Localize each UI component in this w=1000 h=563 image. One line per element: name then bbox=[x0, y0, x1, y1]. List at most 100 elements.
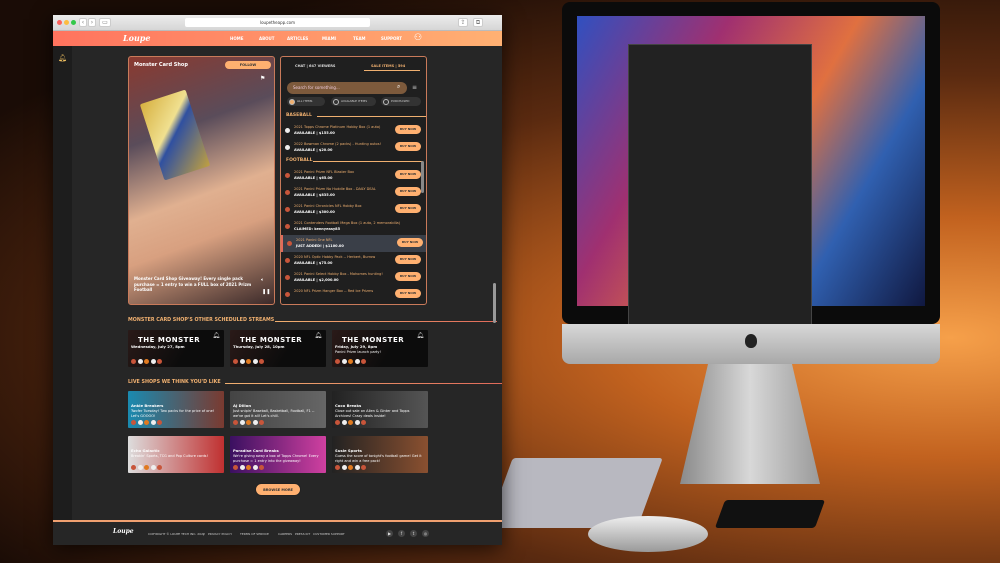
live-shop-card[interactable]: Susie Sports Guess the score of tonight's… bbox=[332, 436, 428, 473]
live-shops-heading: LIVE SHOPS WE THINK YOU'D LIKE bbox=[128, 380, 221, 385]
youtube-icon[interactable]: ▶ bbox=[386, 530, 393, 537]
video-player[interactable]: Monster Card Shop FOLLOW ⚑ Monster Card … bbox=[128, 56, 275, 305]
category-heading: FOOTBALL bbox=[286, 158, 313, 163]
filter-icon[interactable]: ≡ bbox=[412, 84, 417, 91]
sale-item-row[interactable]: 2021 Panini Select Hobby Box - Mahomes h… bbox=[281, 269, 426, 286]
sale-item-row[interactable]: 2021 Topps Chrome Platinum Hobby Box (1 … bbox=[281, 122, 426, 139]
buy-now-button[interactable]: BUY NOW bbox=[395, 170, 421, 179]
footer-link[interactable]: TERMS OF SERVICE bbox=[240, 532, 269, 536]
sale-item-row[interactable]: 2021 Panini Chronicles NFL Hobby Box AVAI… bbox=[281, 201, 426, 218]
sport-icon bbox=[131, 465, 136, 470]
chat-scrollbar[interactable] bbox=[421, 161, 424, 193]
shop-logo: THE MONSTER bbox=[342, 336, 405, 344]
instagram-icon[interactable]: ◎ bbox=[422, 530, 429, 537]
live-shop-card[interactable]: AJ Dillon Just snipin' Baseball, Basketba… bbox=[230, 391, 326, 428]
buy-now-button[interactable]: BUY NOW bbox=[395, 187, 421, 196]
forward-icon[interactable]: › bbox=[88, 18, 96, 27]
footer: Loupe COPYRIGHT © LOUPE TECH INC. 2022 | P… bbox=[53, 520, 502, 545]
sport-icon bbox=[341, 465, 347, 470]
stream-time: Wednesday, July 27, 8pm bbox=[131, 344, 185, 349]
divider bbox=[225, 383, 502, 384]
sale-item-row[interactable]: 2020 NFL Prizm Hanger Box -- Red Ice Pri… bbox=[281, 286, 426, 303]
scheduled-stream-card[interactable]: THE MONSTER Friday, July 29, 8pm Panini Pr… bbox=[332, 330, 428, 367]
buy-now-button[interactable]: BUY NOW bbox=[395, 272, 421, 281]
buy-now-button[interactable]: BUY NOW bbox=[395, 142, 421, 151]
nav-home[interactable]: HOME bbox=[230, 36, 243, 41]
sport-icon bbox=[361, 465, 366, 470]
sport-icon bbox=[341, 420, 347, 425]
buy-now-button[interactable]: BUY NOW bbox=[395, 255, 421, 264]
tab-chat[interactable]: CHAT | 647 VIEWERS bbox=[295, 64, 335, 68]
shop-logo: THE MONSTER bbox=[138, 336, 201, 344]
nav-miami[interactable]: MIAMI bbox=[322, 36, 336, 41]
bell-icon[interactable]: 🔔︎ bbox=[416, 332, 424, 339]
scheduled-stream-card[interactable]: THE MONSTER Wednesday, July 27, 8pm 🔔︎ bbox=[128, 330, 224, 367]
football-icon bbox=[285, 207, 290, 212]
nav-about[interactable]: ABOUT bbox=[259, 36, 275, 41]
footer-link[interactable]: PRESS KIT bbox=[295, 532, 310, 536]
footer-link[interactable]: CUSTOMER SUPPORT bbox=[313, 532, 345, 536]
browse-more-button[interactable]: BROWSE MORE bbox=[255, 483, 301, 496]
user-icon[interactable]: ⚇ bbox=[414, 33, 422, 43]
filter-all-items[interactable]: ALL ITEMS bbox=[287, 97, 325, 106]
pause-icon[interactable]: ❚❚ bbox=[262, 289, 270, 295]
divider bbox=[313, 161, 423, 162]
sale-item-row[interactable]: 2021 Panini One NFL JUST ADDED! | $1100.0… bbox=[281, 235, 426, 252]
site-logo[interactable]: Loupe bbox=[123, 33, 150, 43]
nav-articles[interactable]: ARTICLES bbox=[287, 36, 308, 41]
sport-icons bbox=[233, 359, 264, 364]
live-shop-card[interactable]: Echo Galactic Breakin' Sports, TCG and Po… bbox=[128, 436, 224, 473]
tab-sale-items[interactable]: SALE ITEMS | 594 bbox=[371, 64, 405, 68]
bell-icon[interactable]: 🔔︎ bbox=[212, 332, 220, 339]
sport-icon bbox=[348, 420, 353, 425]
follow-button[interactable]: FOLLOW bbox=[225, 61, 271, 69]
sidebar-icon[interactable]: ▭ bbox=[99, 18, 111, 27]
maximize-window-button[interactable] bbox=[71, 20, 76, 25]
search-input[interactable]: Search for something... bbox=[287, 82, 407, 94]
buy-now-button[interactable]: BUY NOW bbox=[395, 204, 421, 213]
live-shop-card[interactable]: Ankle Breakers Twofer Tuesday! Two packs … bbox=[128, 391, 224, 428]
bell-icon[interactable]: 🔔︎ bbox=[314, 332, 322, 339]
phone bbox=[714, 500, 826, 528]
sale-item-row[interactable]: 2021 Panini Prizm NFL Blaster Box AVAILAB… bbox=[281, 167, 426, 184]
tabs-icon[interactable]: ⧉ bbox=[473, 18, 483, 27]
twitter-icon[interactable]: t bbox=[410, 530, 417, 537]
nav-team[interactable]: TEAM bbox=[353, 36, 366, 41]
divider bbox=[317, 116, 426, 117]
buy-now-button[interactable]: BUY NOW bbox=[395, 289, 421, 298]
sport-icon bbox=[144, 465, 149, 470]
sale-item-row[interactable]: 2021 Panini Prizm No Huddle Box - DAILY … bbox=[281, 184, 426, 201]
live-shop-card[interactable]: Coco Breaks Close out sale on Allen & Gin… bbox=[332, 391, 428, 428]
footer-link[interactable]: PRIVACY POLICY bbox=[208, 532, 232, 536]
sport-icon bbox=[157, 465, 162, 470]
minimize-window-button[interactable] bbox=[64, 20, 69, 25]
football-icon bbox=[285, 292, 290, 297]
sport-icon bbox=[137, 420, 143, 425]
volume-icon[interactable]: 🔈︎ bbox=[261, 277, 264, 283]
address-bar[interactable]: loupetheapp.com bbox=[185, 18, 370, 27]
facebook-icon[interactable]: f bbox=[398, 530, 405, 537]
back-icon[interactable]: ‹ bbox=[79, 18, 87, 27]
filter-available-items[interactable]: AVAILABLE ITEMS bbox=[331, 97, 376, 106]
nav-support[interactable]: SUPPORT bbox=[381, 36, 402, 41]
share-icon[interactable]: ⇪ bbox=[458, 18, 468, 27]
footer-link[interactable]: CAREERS bbox=[278, 532, 292, 536]
sale-item-row[interactable]: 2020 NFL Optic Hobby Pack -- Herbert, Bu… bbox=[281, 252, 426, 269]
sport-icon bbox=[144, 420, 149, 425]
sale-item-row[interactable]: 2022 Bowman Chrome (2 packs) - Hunting a… bbox=[281, 139, 426, 156]
close-window-button[interactable] bbox=[57, 20, 62, 25]
footer-logo[interactable]: Loupe bbox=[113, 528, 134, 535]
buy-now-button[interactable]: BUY NOW bbox=[397, 238, 423, 247]
flag-icon[interactable]: ⚑ bbox=[260, 75, 265, 82]
buy-now-button[interactable]: BUY NOW bbox=[395, 125, 421, 134]
sale-item-row[interactable]: 2021 Contenders Football Mega Box (1 aut… bbox=[281, 218, 426, 235]
scheduled-stream-card[interactable]: THE MONSTER Thursday, July 28, 10pm 🔔︎ bbox=[230, 330, 326, 367]
filter-purchased[interactable]: PURCHASED bbox=[381, 97, 421, 106]
page-scrollbar[interactable] bbox=[493, 283, 496, 323]
search-icon[interactable]: ⌕ bbox=[397, 83, 400, 91]
item-status: AVAILABLE | $20.00 bbox=[294, 148, 333, 152]
footer-link: COPYRIGHT © LOUPE TECH INC. 2022 bbox=[148, 532, 205, 536]
live-shop-card[interactable]: Paradise Card Breaks We're giving away a … bbox=[230, 436, 326, 473]
bell-icon[interactable]: 🔔︎ bbox=[58, 54, 67, 62]
football-icon bbox=[285, 224, 290, 229]
